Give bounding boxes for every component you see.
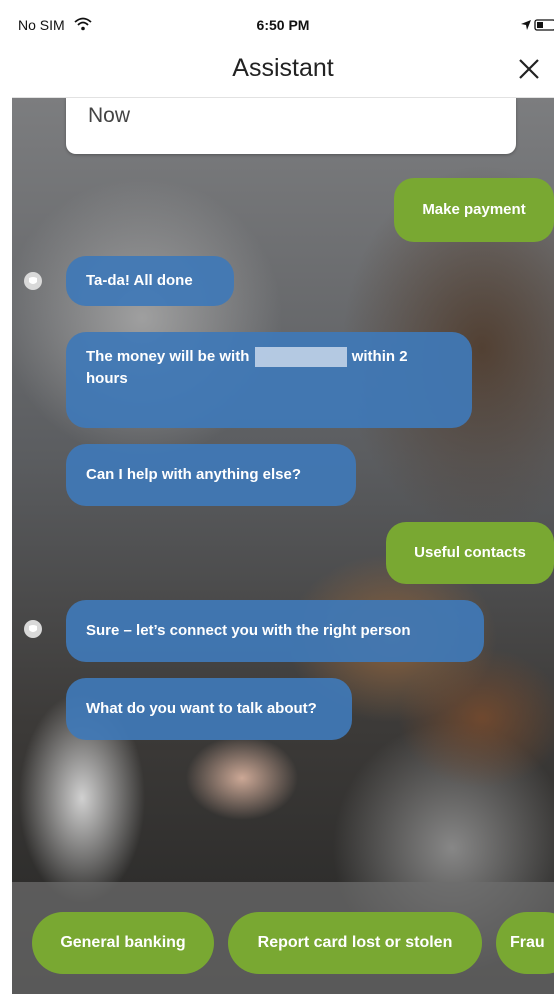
bot-avatar-icon <box>24 272 42 290</box>
bot-message-text: The money will be with <box>86 348 250 365</box>
bot-avatar-icon <box>24 620 42 638</box>
bot-message: Sure – let’s connect you with the right … <box>66 600 484 662</box>
chat-transcript[interactable]: Now Make payment Ta-da! All done The mon… <box>12 98 554 994</box>
battery-icon <box>534 19 554 31</box>
quick-reply-bar: General banking Report card lost or stol… <box>12 882 554 994</box>
bot-message: Can I help with anything else? <box>66 444 356 506</box>
status-time: 6:50 PM <box>256 17 310 33</box>
bot-message: Ta-da! All done <box>66 256 234 306</box>
status-bar: No SIM 6:50 PM <box>12 10 554 40</box>
bot-message: What do you want to talk about? <box>66 678 352 740</box>
quick-reply-fraud[interactable]: Frau <box>496 912 554 974</box>
user-message: Useful contacts <box>386 522 554 584</box>
quick-reply-report-card-lost[interactable]: Report card lost or stolen <box>228 912 482 974</box>
app-header: Assistant <box>12 40 554 98</box>
user-message: Make payment <box>394 178 554 242</box>
location-icon <box>521 20 531 30</box>
bot-message: The money will be with within 2 hours <box>66 332 472 428</box>
previous-message-card: Now <box>66 98 516 154</box>
close-icon[interactable] <box>512 52 546 86</box>
app-screen: No SIM 6:50 PM Assistant Now Make paymen… <box>12 10 554 994</box>
quick-reply-general-banking[interactable]: General banking <box>32 912 214 974</box>
redacted-name <box>254 347 347 368</box>
previous-message-text: Now <box>88 104 131 127</box>
page-title: Assistant <box>232 54 334 82</box>
